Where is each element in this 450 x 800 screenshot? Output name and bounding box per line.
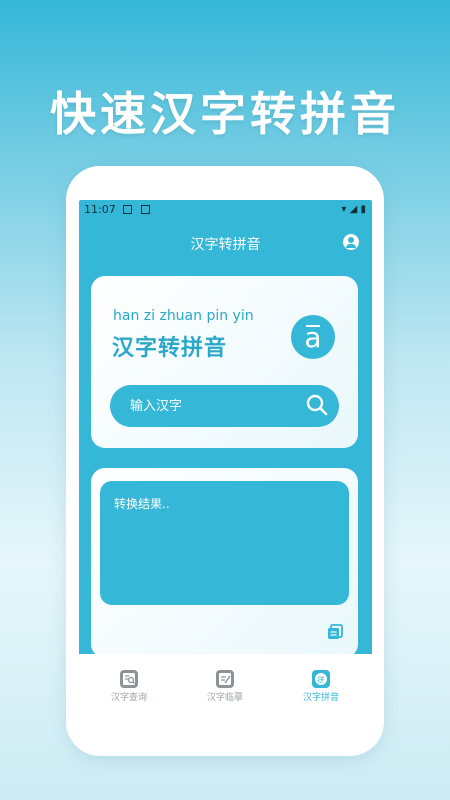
copy-icon[interactable] bbox=[326, 623, 344, 641]
nav-item-hanzi-trace[interactable]: 汉字临摹 bbox=[180, 670, 270, 703]
status-bar: 11:07 ▾ ◢ ▮ bbox=[79, 200, 372, 220]
hero-hanzi: 汉字转拼音 bbox=[112, 336, 228, 361]
search-icon[interactable] bbox=[305, 393, 329, 417]
hero-pinyin: han zi zhuan pin yin bbox=[113, 308, 254, 324]
phone-frame: 11:07 ▾ ◢ ▮ 汉字转拼音 han zi zhuan pin yin 汉… bbox=[66, 166, 384, 756]
converter-card: han zi zhuan pin yin 汉字转拼音 a bbox=[91, 276, 358, 448]
edit-note-icon bbox=[216, 670, 234, 688]
result-card: 转换结果.. bbox=[91, 468, 358, 658]
result-placeholder: 转换结果.. bbox=[114, 497, 170, 511]
nav-label: 汉字临摹 bbox=[206, 693, 243, 703]
pinyin-a-icon: a bbox=[291, 315, 335, 359]
nav-item-hanzi-query[interactable]: 汉字查询 bbox=[84, 670, 174, 703]
wifi-icon: ▾ bbox=[341, 204, 347, 215]
app-screen: 11:07 ▾ ◢ ▮ 汉字转拼音 han zi zhuan pin yin 汉… bbox=[79, 200, 372, 720]
signal-icon: ◢ bbox=[349, 204, 358, 215]
result-area[interactable]: 转换结果.. bbox=[100, 481, 349, 605]
app-notification-icon bbox=[141, 205, 150, 214]
search-book-icon bbox=[120, 670, 138, 688]
pinyin-icon: 拼 bbox=[312, 670, 330, 688]
status-time: 11:07 bbox=[84, 203, 116, 216]
profile-icon[interactable] bbox=[343, 234, 359, 250]
nav-label: 汉字查询 bbox=[110, 693, 147, 703]
promo-headline: 快速汉字转拼音 bbox=[50, 87, 400, 141]
gallery-notification-icon bbox=[123, 205, 132, 214]
nav-item-hanzi-pinyin[interactable]: 拼 汉字拼音 bbox=[276, 670, 366, 703]
bottom-nav: 汉字查询 汉字临摹 拼 汉字拼音 bbox=[79, 654, 372, 720]
nav-label: 汉字拼音 bbox=[302, 693, 339, 703]
battery-icon: ▮ bbox=[360, 204, 366, 215]
page-title: 汉字转拼音 bbox=[190, 237, 261, 253]
svg-text:拼: 拼 bbox=[318, 675, 325, 684]
